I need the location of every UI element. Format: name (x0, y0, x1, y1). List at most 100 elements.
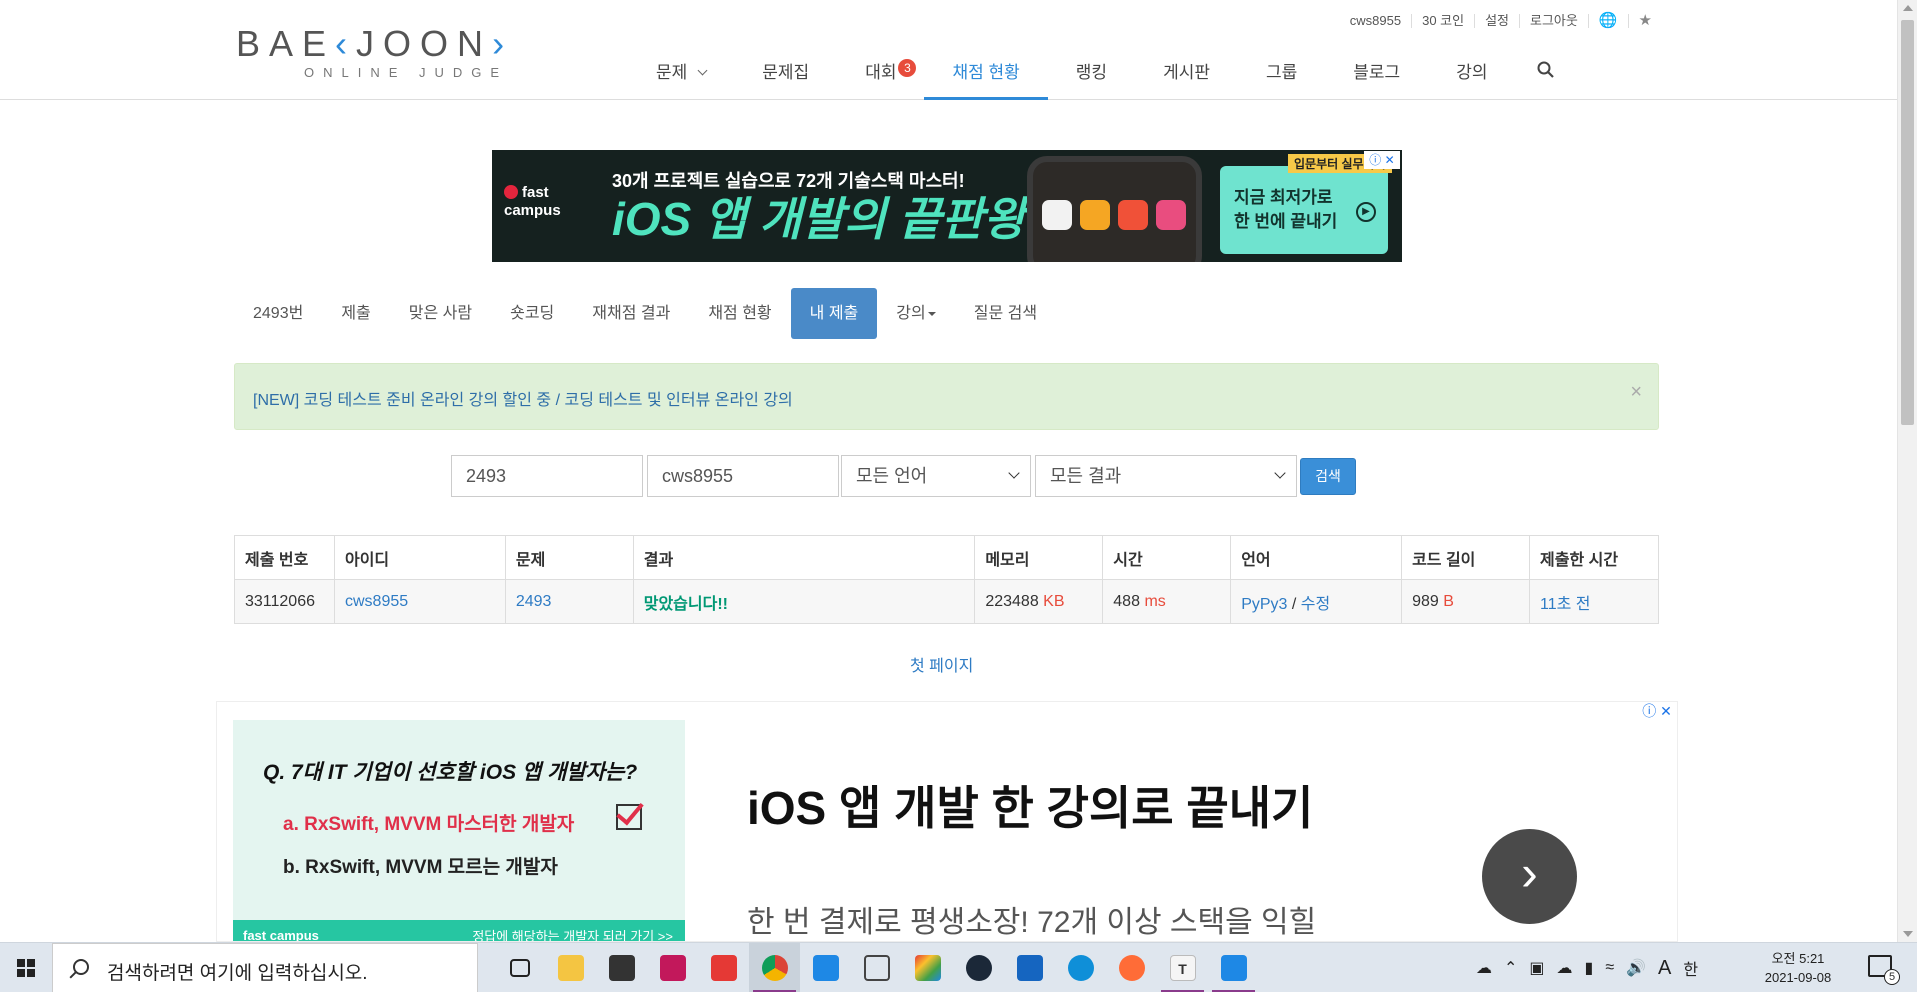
postman-icon[interactable] (1106, 943, 1157, 992)
subnav-short-coding[interactable]: 숏코딩 (491, 288, 573, 339)
scroll-down-icon[interactable] (1903, 931, 1913, 937)
star-icon[interactable]: ★ (1627, 13, 1662, 28)
nav-workbook[interactable]: 문제집 (734, 52, 837, 100)
apple-icon (1042, 200, 1072, 230)
nav-ranking[interactable]: 랭킹 (1048, 52, 1135, 100)
language-select[interactable]: 모든 언어 (841, 455, 1031, 497)
cell-problem: 2493 (504, 579, 634, 624)
contest-count-badge: 3 (898, 59, 917, 77)
cell-user: cws8955 (333, 579, 506, 624)
nav-group[interactable]: 그룹 (1238, 52, 1325, 100)
capture-icon[interactable] (851, 943, 902, 992)
battery-icon[interactable]: ▮ (1579, 958, 1600, 978)
sync-app-icon[interactable] (698, 943, 749, 992)
ime-mode[interactable]: 한 (1677, 956, 1704, 980)
user-id-input[interactable]: cws8955 (647, 455, 839, 497)
caret-down-icon (927, 311, 936, 316)
problem-link[interactable]: 2493 (516, 593, 552, 610)
ad-question: Q. 7대 IT 기업이 선호할 iOS 앱 개발자는? (263, 761, 638, 784)
subnav-my-submissions[interactable]: 내 제출 (790, 288, 878, 339)
taskbar-search[interactable]: 검색하려면 여기에 입력하십시오. (52, 943, 478, 992)
ad-line2: iOS 앱 개발의 끝판왕 (612, 193, 1026, 245)
task-view-icon[interactable] (494, 943, 545, 992)
col-submission-id: 제출 번호 (234, 535, 335, 580)
mail-icon[interactable] (800, 943, 851, 992)
taskbar-apps: T (494, 943, 1259, 992)
sourcetree-icon[interactable] (902, 943, 953, 992)
nav-problems[interactable]: 문제 (628, 52, 734, 100)
bottom-ad-banner[interactable]: Q. 7대 IT 기업이 선호할 iOS 앱 개발자는? a. RxSwift,… (216, 701, 1678, 942)
swift-icon (1118, 200, 1148, 230)
submitted-time-link[interactable]: 11초 전 (1540, 596, 1591, 613)
scroll-up-icon[interactable] (1903, 5, 1913, 11)
user-menu-coins[interactable]: 30 코인 (1411, 14, 1474, 28)
result-select[interactable]: 모든 결과 (1035, 455, 1297, 497)
ad-close-icon[interactable]: ⓘ ✕ (1364, 151, 1400, 169)
store-icon[interactable] (596, 943, 647, 992)
cell-time: 488 ms (1102, 579, 1232, 624)
close-icon[interactable]: × (1630, 382, 1642, 402)
search-button[interactable]: 검색 (1300, 458, 1356, 495)
user-menu-logout[interactable]: 로그아웃 (1519, 14, 1588, 28)
cell-memory: 223488 KB (974, 579, 1104, 624)
chevron-up-icon[interactable]: ⌃ (1498, 958, 1523, 978)
top-ad-banner[interactable]: fast campus 30개 프로젝트 실습으로 72개 기술스택 마스터! … (492, 150, 1402, 262)
app-red-icon[interactable] (647, 943, 698, 992)
chevron-right-icon[interactable]: › (1482, 829, 1577, 924)
user-menu-username[interactable]: cws8955 (1340, 14, 1411, 28)
subnav-qna[interactable]: 질문 검색 (955, 288, 1056, 339)
subnav-rejudge[interactable]: 재채점 결과 (573, 288, 689, 339)
nav-board[interactable]: 게시판 (1135, 52, 1238, 100)
memory-unit: KB (1043, 592, 1065, 610)
input-language[interactable]: A (1652, 957, 1677, 980)
vscode-icon[interactable] (1208, 943, 1259, 992)
steam-icon[interactable] (953, 943, 1004, 992)
wifi-icon[interactable]: ≈ (1599, 959, 1620, 977)
cell-submission-id: 33112066 (234, 579, 335, 624)
alert-link[interactable]: [NEW] 코딩 테스트 준비 온라인 강의 할인 중 / 코딩 테스트 및 인… (253, 386, 793, 410)
edit-link[interactable]: 수정 (1301, 596, 1330, 613)
tray-app-icon[interactable]: ▣ (1523, 958, 1550, 978)
problem-id-input[interactable]: 2493 (451, 455, 643, 497)
site-logo[interactable]: BAE‹JOON› ONLINE JUDGE (236, 24, 546, 84)
ad-close-icon[interactable]: ⓘ ✕ (1639, 702, 1675, 720)
clock-date: 2021-09-08 (1764, 970, 1832, 985)
ad-cta-button[interactable]: 지금 최저가로 한 번에 끝내기 ▶ (1220, 166, 1388, 254)
chrome-icon[interactable] (749, 943, 800, 992)
firebase-icon (1080, 200, 1110, 230)
subnav-solvers[interactable]: 맞은 사람 (390, 288, 491, 339)
language-link[interactable]: PyPy3 (1241, 596, 1287, 613)
nav-lecture[interactable]: 강의 (1428, 52, 1515, 100)
first-page-link[interactable]: 첫 페이지 (910, 652, 973, 676)
volume-icon[interactable]: 🔊 (1620, 958, 1652, 978)
reader-icon[interactable] (1004, 943, 1055, 992)
nav-contest[interactable]: 대회 3 (837, 52, 924, 100)
user-menu-settings[interactable]: 설정 (1474, 14, 1519, 28)
subnav-lecture[interactable]: 강의 (877, 288, 954, 339)
subnav-problem[interactable]: 2493번 (234, 288, 322, 339)
system-tray: ☁ ⌃ ▣ ☁ ▮ ≈ 🔊 A 한 (1470, 943, 1704, 992)
globe-icon[interactable]: 🌐 (1587, 13, 1628, 28)
start-button[interactable] (0, 943, 52, 992)
cell-language: PyPy3 / 수정 (1230, 579, 1403, 624)
nav-status[interactable]: 채점 현황 (924, 52, 1048, 100)
table-row: 33112066 cws8955 2493 맞았습니다!! 223488 KB … (234, 579, 1659, 624)
clock[interactable]: 오전 5:21 2021-09-08 (1758, 949, 1838, 987)
subnav-status[interactable]: 채점 현황 (689, 288, 790, 339)
search-icon (73, 959, 89, 975)
notification-icon[interactable]: 5 (1868, 955, 1900, 985)
user-link[interactable]: cws8955 (345, 593, 408, 610)
windows-taskbar: 검색하려면 여기에 입력하십시오. T ☁ ⌃ ▣ ☁ ▮ ≈ 🔊 A 한 오전… (0, 942, 1917, 992)
typora-icon[interactable]: T (1157, 943, 1208, 992)
scroll-thumb[interactable] (1901, 20, 1914, 425)
nav-blog[interactable]: 블로그 (1325, 52, 1428, 100)
onedrive-icon[interactable]: ☁ (1551, 958, 1579, 978)
weather-icon[interactable]: ☁ (1470, 958, 1498, 978)
subnav-submit[interactable]: 제출 (322, 288, 389, 339)
search-icon[interactable] (1515, 52, 1576, 100)
vertical-scrollbar[interactable] (1897, 0, 1917, 942)
file-explorer-icon[interactable] (545, 943, 596, 992)
edge-icon[interactable] (1055, 943, 1106, 992)
page: BAE‹JOON› ONLINE JUDGE cws8955 30 코인 설정 … (0, 0, 1917, 992)
windows-icon (17, 959, 35, 977)
